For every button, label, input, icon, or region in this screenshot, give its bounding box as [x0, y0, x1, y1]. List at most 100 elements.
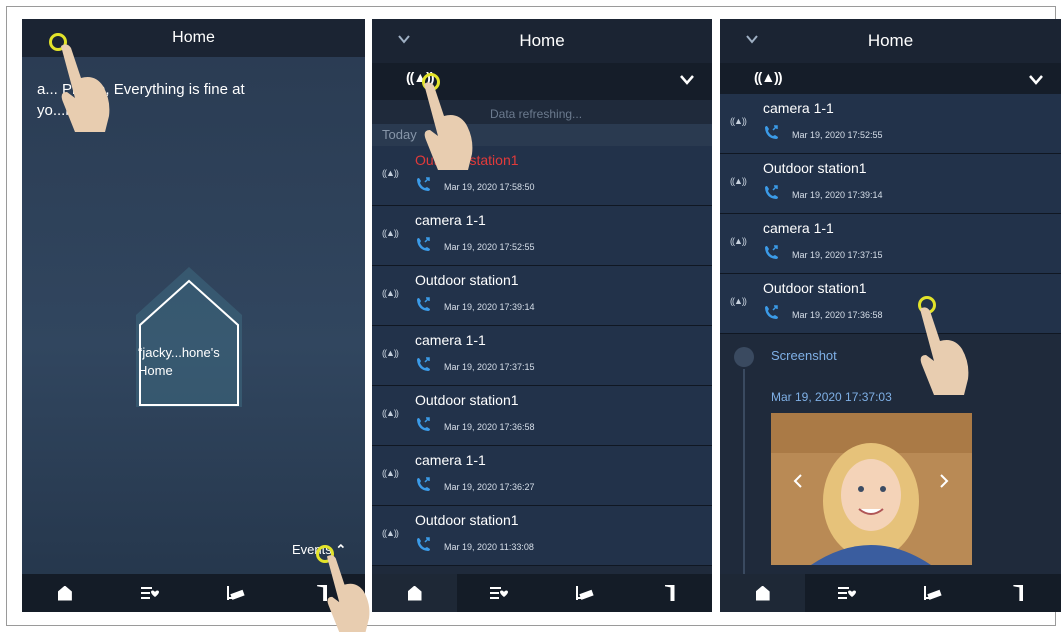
- chevron-down-icon[interactable]: [398, 33, 410, 45]
- event-source: Outdoor station1: [763, 160, 867, 176]
- screenshot-image[interactable]: [771, 413, 972, 565]
- event-row[interactable]: ((▲)) Outdoor station1 Mar 19, 2020 11:33:…: [372, 506, 712, 566]
- event-timestamp: Mar 19, 2020 17:52:55: [792, 130, 883, 140]
- refresh-status: Data refreshing...: [490, 107, 583, 121]
- call-icon: [415, 356, 431, 372]
- chevron-down-icon[interactable]: [746, 33, 758, 45]
- home-icon: [57, 585, 72, 601]
- house-icon[interactable]: [136, 267, 242, 407]
- call-icon: [763, 244, 779, 260]
- home-icon: [407, 585, 422, 601]
- event-timestamp: Mar 19, 2020 17:37:15: [792, 250, 883, 260]
- bottom-tab-bar: [372, 574, 712, 612]
- timeline-camera-icon: [734, 347, 754, 367]
- event-timestamp: Mar 19, 2020 17:58:50: [444, 182, 535, 192]
- event-timestamp: Mar 19, 2020 17:36:58: [792, 310, 883, 320]
- event-row[interactable]: ((▲)) camera 1-1 Mar 19, 2020 17:52:55: [372, 206, 712, 266]
- event-row[interactable]: ((▲)) camera 1-1 Mar 19, 2020 17:37:15: [720, 214, 1061, 274]
- tab-events[interactable]: [108, 574, 194, 612]
- tab-events[interactable]: [805, 574, 890, 612]
- page-title: Home: [867, 31, 914, 50]
- bottom-tab-bar: [22, 574, 365, 612]
- header-bar: Home: [372, 19, 712, 63]
- event-row[interactable]: ((▲)) Outdoor station1 Mar 19, 2020 17:36:…: [372, 386, 712, 446]
- call-icon: [763, 124, 779, 140]
- event-source: Outdoor station1: [763, 280, 867, 296]
- alarm-bell-icon: ((▲)): [382, 408, 399, 418]
- event-list-icon: [837, 587, 856, 599]
- call-icon: [415, 476, 431, 492]
- alarm-bell-icon: ((▲)): [382, 348, 399, 358]
- event-source: camera 1-1: [415, 332, 486, 348]
- event-timestamp: Mar 19, 2020 17:36:58: [444, 422, 535, 432]
- alarm-bell-icon: ((▲)): [382, 168, 399, 178]
- event-timestamp: Mar 19, 2020 17:36:27: [444, 482, 535, 492]
- alarm-bell-icon: ((▲)): [382, 228, 399, 238]
- call-icon: [763, 184, 779, 200]
- alarm-bell-icon: ((▲)): [730, 176, 747, 186]
- call-icon: [415, 236, 431, 252]
- event-list-icon: [140, 587, 159, 599]
- event-source: camera 1-1: [763, 220, 834, 236]
- event-timestamp: Mar 19, 2020 17:52:55: [444, 242, 535, 252]
- camera-icon: [924, 586, 942, 600]
- camera-icon: [575, 586, 594, 600]
- tab-camera[interactable]: [542, 574, 627, 612]
- event-source: camera 1-1: [415, 452, 486, 468]
- chevron-down-icon[interactable]: [680, 75, 694, 85]
- event-row[interactable]: ((▲)) camera 1-1 Mar 19, 2020 17:36:27: [372, 446, 712, 506]
- event-timestamp: Mar 19, 2020 17:37:15: [444, 362, 535, 372]
- event-source: camera 1-1: [415, 212, 486, 228]
- tab-home[interactable]: [372, 574, 457, 612]
- event-timestamp: Mar 19, 2020 11:33:08: [444, 542, 534, 552]
- tab-home[interactable]: [720, 574, 806, 612]
- tab-events[interactable]: [457, 574, 542, 612]
- screenshot-date: Mar 19, 2020 17:37:03: [771, 390, 892, 404]
- hand-pointer-icon: [920, 307, 969, 395]
- hand-pointer-icon: [326, 555, 370, 632]
- events-screen-detail: Home ((▲)) ((▲)) camera 1-1 Mar 19, 2020 1…: [720, 19, 1061, 612]
- header-bar: Home: [720, 19, 1061, 63]
- tab-door[interactable]: [976, 574, 1061, 612]
- timeline-line: [743, 369, 745, 579]
- door-icon: [1013, 585, 1024, 601]
- event-row[interactable]: ((▲)) Outdoor station1 Mar 19, 2020 17:39:…: [372, 266, 712, 326]
- event-source: Outdoor station1: [415, 512, 519, 528]
- page-title: Home: [519, 31, 565, 50]
- bottom-tab-bar: [720, 574, 1061, 612]
- home-icon: [755, 585, 770, 601]
- hand-pointer-icon: [61, 44, 110, 132]
- call-icon: [415, 536, 431, 552]
- event-source: camera 1-1: [763, 100, 834, 116]
- alarm-bell-icon: ((▲)): [382, 288, 399, 298]
- hand-pointer-icon: [424, 82, 473, 170]
- tab-door[interactable]: [627, 574, 712, 612]
- call-icon: [415, 296, 431, 312]
- call-icon: [415, 176, 431, 192]
- camera-icon: [227, 586, 245, 600]
- event-list-icon: [489, 587, 508, 599]
- page-title: Home: [172, 29, 215, 46]
- event-source: Outdoor station1: [415, 392, 519, 408]
- alarm-bell-icon: ((▲)): [730, 116, 747, 126]
- event-row[interactable]: ((▲)) camera 1-1 Mar 19, 2020 17:37:15: [372, 326, 712, 386]
- alarm-bell-icon: ((▲)): [382, 528, 399, 538]
- tab-camera[interactable]: [891, 574, 976, 612]
- tab-home[interactable]: [22, 574, 108, 612]
- alarm-bell-icon: ((▲)): [730, 296, 747, 306]
- event-timestamp: Mar 19, 2020 17:39:14: [444, 302, 535, 312]
- event-timestamp: Mar 19, 2020 17:39:14: [792, 190, 883, 200]
- chevron-down-icon[interactable]: [1029, 75, 1043, 85]
- screenshot-title: Screenshot: [771, 348, 837, 363]
- event-source: Outdoor station1: [415, 272, 519, 288]
- call-icon: [763, 304, 779, 320]
- alarm-bell-icon[interactable]: ((▲)): [754, 69, 782, 85]
- home-name-label[interactable]: “jacky...hone's Home: [138, 344, 248, 380]
- event-row[interactable]: ((▲)) Outdoor station1 Mar 19, 2020 17:39:…: [720, 154, 1061, 214]
- event-row[interactable]: ((▲)) camera 1-1 Mar 19, 2020 17:52:55: [720, 94, 1061, 154]
- event-row[interactable]: ((▲)) Outdoor station1 Mar 19, 2020 17:36:…: [720, 274, 1061, 334]
- alarm-bell-icon: ((▲)): [382, 468, 399, 478]
- tab-camera[interactable]: [194, 574, 280, 612]
- call-icon: [415, 416, 431, 432]
- door-icon: [664, 585, 675, 601]
